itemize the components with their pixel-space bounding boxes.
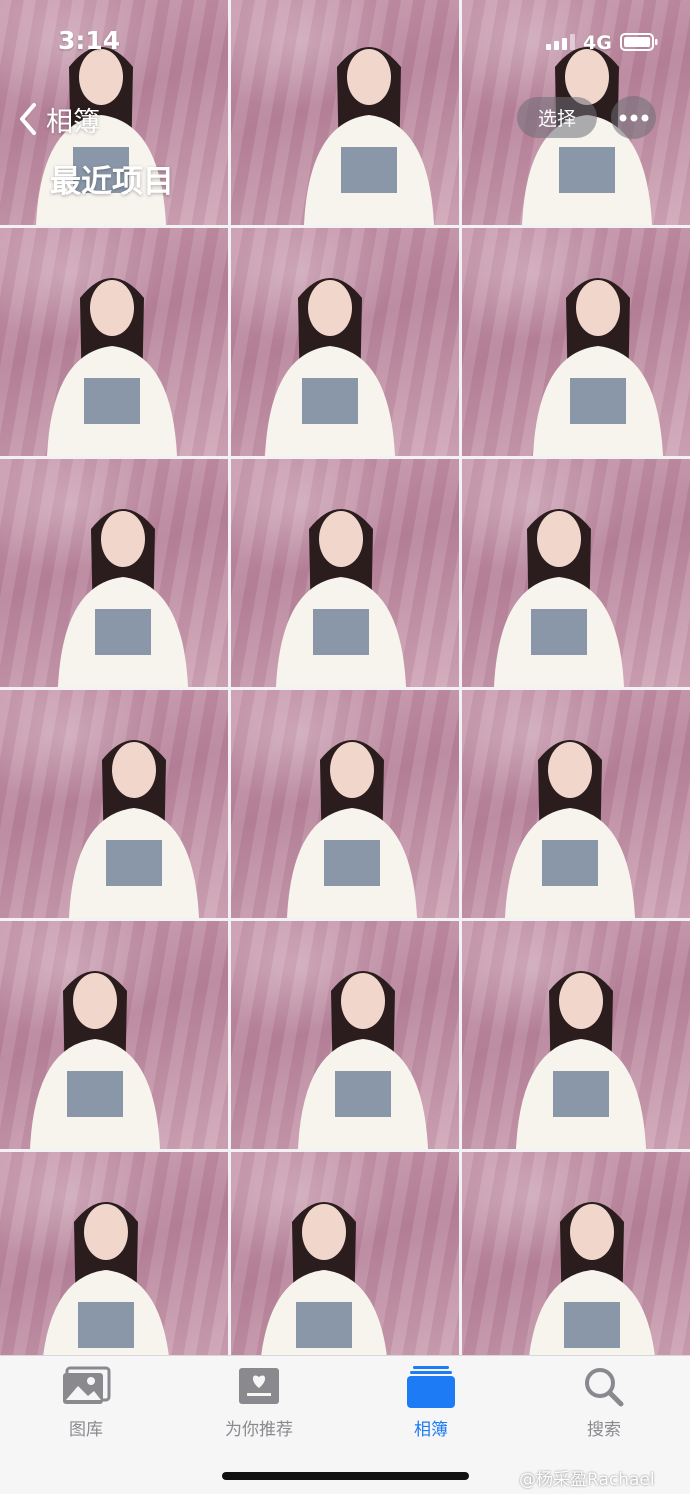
photo-thumbnail[interactable] (462, 228, 690, 456)
photo-thumbnail[interactable] (231, 228, 459, 456)
photo-grid: 0:070:07 (0, 0, 690, 1380)
photo-thumbnail[interactable] (0, 690, 228, 918)
person-photo (259, 1202, 389, 1380)
tab-label: 相簿 (414, 1420, 448, 1440)
tab-label: 图库 (69, 1420, 103, 1440)
photo-thumbnail[interactable] (231, 921, 459, 1149)
back-label: 相簿 (46, 106, 100, 138)
network-type: 4G (583, 32, 612, 54)
person-photo (41, 1202, 171, 1380)
person-photo (527, 1202, 657, 1380)
signal-icon (546, 34, 575, 50)
person-photo (276, 509, 406, 687)
photo-thumbnail[interactable] (462, 690, 690, 918)
tab-albums[interactable]: 相簿 (345, 1356, 517, 1456)
battery-icon (620, 33, 658, 51)
photo-thumbnail[interactable] (231, 1152, 459, 1380)
photo-thumbnail[interactable] (231, 459, 459, 687)
select-button[interactable]: 选择 (517, 97, 597, 138)
tab-label: 为你推荐 (225, 1420, 293, 1440)
status-bar: 3:14 4G (0, 0, 690, 86)
person-photo (30, 971, 160, 1149)
person-photo (287, 740, 417, 918)
photo-thumbnail[interactable] (0, 1152, 228, 1380)
person-photo (494, 509, 624, 687)
search-icon (585, 1368, 624, 1407)
person-photo (298, 971, 428, 1149)
photo-thumbnail[interactable] (0, 459, 228, 687)
status-time: 3:14 (58, 26, 121, 55)
home-indicator (222, 1472, 469, 1480)
photo-thumbnail[interactable] (0, 228, 228, 456)
person-photo (58, 509, 188, 687)
person-photo (505, 740, 635, 918)
tab-library[interactable]: 图库 (0, 1356, 172, 1456)
back-button[interactable]: 相簿 (18, 96, 100, 142)
photo-library-icon (63, 1366, 111, 1404)
chevron-left-icon (20, 103, 36, 135)
person-photo (69, 740, 199, 918)
more-button[interactable] (611, 96, 656, 139)
photo-thumbnail[interactable] (462, 921, 690, 1149)
albums-icon (407, 1366, 455, 1408)
tab-label: 搜索 (587, 1420, 621, 1440)
person-photo (47, 278, 177, 456)
ellipsis-icon (619, 114, 648, 121)
tab-for-you[interactable]: 为你推荐 (173, 1356, 345, 1456)
person-photo (533, 278, 663, 456)
for-you-icon (239, 1368, 279, 1404)
photo-thumbnail[interactable] (0, 921, 228, 1149)
photo-thumbnail[interactable] (462, 459, 690, 687)
watermark: @杨采盈Rachael (519, 1470, 655, 1490)
photo-thumbnail[interactable] (231, 690, 459, 918)
photo-thumbnail[interactable] (462, 1152, 690, 1380)
page-title: 最近项目 (50, 164, 174, 200)
person-photo (265, 278, 395, 456)
tab-search[interactable]: 搜索 (518, 1356, 690, 1456)
person-photo (516, 971, 646, 1149)
